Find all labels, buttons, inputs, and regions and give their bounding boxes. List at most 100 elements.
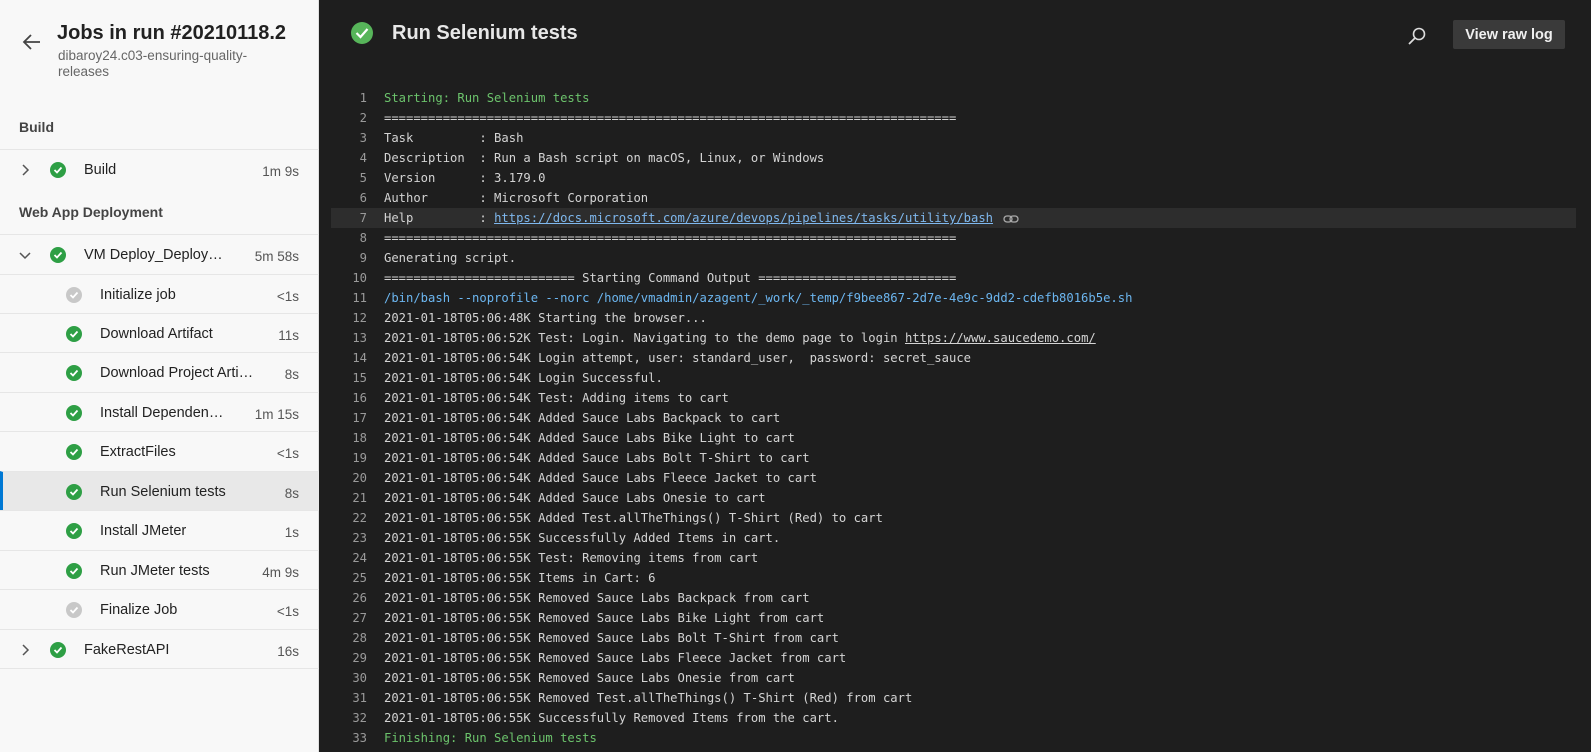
arrow-left-icon[interactable] bbox=[20, 30, 44, 54]
line-text: Task : Bash bbox=[384, 131, 524, 145]
saucedemo-link[interactable]: https://www.saucedemo.com/ bbox=[905, 331, 1096, 345]
step-initialize-job[interactable]: Initialize job <1s bbox=[0, 274, 319, 314]
check-circle-gray-icon bbox=[66, 602, 82, 618]
log-panel: Run Selenium tests View raw log 1 Startin… bbox=[319, 0, 1591, 752]
line-text: ========================== Starting Comm… bbox=[384, 271, 957, 285]
chevron-down-icon[interactable] bbox=[17, 247, 33, 263]
line-text: 2021-01-18T05:06:54K Added Sauce Labs Bi… bbox=[384, 431, 795, 445]
step-name: Download Artifact bbox=[100, 326, 213, 342]
log-line: 15 2021-01-18T05:06:54K Login Successful. bbox=[331, 368, 1576, 388]
step-name: Run Selenium tests bbox=[100, 484, 226, 500]
check-circle-icon bbox=[66, 484, 82, 500]
log-line: 8 =======================================… bbox=[331, 228, 1576, 248]
log-line: 6 Author : Microsoft Corporation bbox=[331, 188, 1576, 208]
line-text-with-link: Help : https://docs.microsoft.com/azure/… bbox=[384, 208, 1019, 228]
step-run-selenium-tests[interactable]: Run Selenium tests 8s bbox=[0, 471, 319, 511]
step-install-dependencies[interactable]: Install Dependen… 1m 15s bbox=[0, 392, 319, 432]
step-duration: 1m 15s bbox=[254, 407, 299, 422]
line-text: 2021-01-18T05:06:54K Added Sauce Labs On… bbox=[384, 491, 766, 505]
log-line: 29 2021-01-18T05:06:55K Removed Sauce Lab… bbox=[331, 648, 1576, 668]
check-circle-icon bbox=[66, 563, 82, 579]
check-circle-icon bbox=[66, 444, 82, 460]
line-text: 2021-01-18T05:06:55K Items in Cart: 6 bbox=[384, 571, 656, 585]
log-line: 27 2021-01-18T05:06:55K Removed Sauce Lab… bbox=[331, 608, 1576, 628]
line-number: 25 bbox=[352, 571, 367, 585]
line-number: 32 bbox=[352, 711, 367, 725]
step-title: Run Selenium tests bbox=[392, 22, 578, 44]
line-number: 8 bbox=[359, 231, 367, 245]
log-line: 13 2021-01-18T05:06:52K Test: Login. Navi… bbox=[331, 328, 1576, 348]
view-raw-log-button[interactable]: View raw log bbox=[1453, 20, 1565, 49]
log-line: 12 2021-01-18T05:06:48K Starting the brow… bbox=[331, 308, 1576, 328]
job-vm-deploy[interactable]: VM Deploy_Deploy… 5m 58s bbox=[0, 234, 319, 274]
line-number: 22 bbox=[352, 511, 367, 525]
line-number: 9 bbox=[359, 251, 367, 265]
check-circle-icon bbox=[351, 22, 373, 44]
line-number: 14 bbox=[352, 351, 367, 365]
jobs-sidebar: Jobs in run #20210118.2 dibaroy24.c03-en… bbox=[0, 0, 319, 752]
line-number: 21 bbox=[352, 491, 367, 505]
step-finalize-job[interactable]: Finalize Job <1s bbox=[0, 589, 319, 629]
line-text: Description : Run a Bash script on macOS… bbox=[384, 151, 825, 165]
line-number: 24 bbox=[352, 551, 367, 565]
step-run-jmeter-tests[interactable]: Run JMeter tests 4m 9s bbox=[0, 550, 319, 590]
chevron-right-icon[interactable] bbox=[17, 162, 33, 178]
line-text: 2021-01-18T05:06:55K Removed Sauce Labs … bbox=[384, 591, 810, 605]
log-line: 9 Generating script. bbox=[331, 248, 1576, 268]
line-number: 16 bbox=[352, 391, 367, 405]
log-line: 25 2021-01-18T05:06:55K Items in Cart: 6 bbox=[331, 568, 1576, 588]
line-number: 3 bbox=[359, 131, 367, 145]
line-number: 15 bbox=[352, 371, 367, 385]
line-text: 2021-01-18T05:06:55K Removed Test.allThe… bbox=[384, 691, 913, 705]
job-fakerestapi[interactable]: FakeRestAPI 16s bbox=[0, 629, 319, 669]
log-output: 1 Starting: Run Selenium tests 2 =========… bbox=[331, 88, 1576, 748]
search-icon[interactable] bbox=[1406, 25, 1428, 47]
line-text: Version : 3.179.0 bbox=[384, 171, 546, 185]
log-line: 18 2021-01-18T05:06:54K Added Sauce Labs … bbox=[331, 428, 1576, 448]
line-text: Finishing: Run Selenium tests bbox=[384, 731, 597, 745]
line-text-with-link: 2021-01-18T05:06:52K Test: Login. Naviga… bbox=[384, 328, 1096, 348]
step-download-artifact[interactable]: Download Artifact 11s bbox=[0, 313, 319, 353]
check-circle-icon bbox=[50, 642, 66, 658]
line-text: 2021-01-18T05:06:48K Starting the browse… bbox=[384, 311, 707, 325]
job-name: Build bbox=[84, 162, 117, 178]
line-text: 2021-01-18T05:06:55K Removed Sauce Labs … bbox=[384, 611, 825, 625]
log-line: 5 Version : 3.179.0 bbox=[331, 168, 1576, 188]
line-text: Author : Microsoft Corporation bbox=[384, 191, 649, 205]
step-duration: <1s bbox=[276, 289, 299, 304]
step-duration: 4m 9s bbox=[262, 565, 299, 580]
check-circle-gray-icon bbox=[66, 287, 82, 303]
job-build[interactable]: Build 1m 9s bbox=[0, 149, 319, 189]
log-line: 23 2021-01-18T05:06:55K Successfully Adde… bbox=[331, 528, 1576, 548]
line-number: 19 bbox=[352, 451, 367, 465]
line-text: 2021-01-18T05:06:54K Added Sauce Labs Fl… bbox=[384, 471, 817, 485]
help-link[interactable]: https://docs.microsoft.com/azure/devops/… bbox=[494, 211, 993, 225]
link-icon[interactable] bbox=[1003, 213, 1019, 225]
line-text: 2021-01-18T05:06:54K Added Sauce Labs Bo… bbox=[384, 451, 810, 465]
line-text: 2021-01-18T05:06:54K Test: Adding items … bbox=[384, 391, 729, 405]
line-number: 31 bbox=[352, 691, 367, 705]
line-number: 2 bbox=[359, 111, 367, 125]
step-extract-files[interactable]: ExtractFiles <1s bbox=[0, 431, 319, 471]
check-circle-icon bbox=[66, 326, 82, 342]
line-text: ========================================… bbox=[384, 111, 957, 125]
section-web-app-deployment: Web App Deployment bbox=[19, 204, 163, 220]
line-text: 2021-01-18T05:06:55K Added Test.allTheTh… bbox=[384, 511, 883, 525]
line-text: Help : bbox=[384, 211, 495, 225]
chevron-right-icon[interactable] bbox=[17, 642, 33, 658]
step-name: Run JMeter tests bbox=[100, 563, 210, 579]
step-install-jmeter[interactable]: Install JMeter 1s bbox=[0, 510, 319, 550]
section-build: Build bbox=[19, 119, 54, 135]
line-number: 10 bbox=[352, 271, 367, 285]
log-line: 26 2021-01-18T05:06:55K Removed Sauce Lab… bbox=[331, 588, 1576, 608]
log-line: 10 ========================== Starting Co… bbox=[331, 268, 1576, 288]
line-text: 2021-01-18T05:06:54K Login attempt, user… bbox=[384, 351, 971, 365]
step-download-project-artifact[interactable]: Download Project Arti… 8s bbox=[0, 352, 319, 392]
line-number: 7 bbox=[359, 211, 367, 225]
log-line: 2 =======================================… bbox=[331, 108, 1576, 128]
log-line: 22 2021-01-18T05:06:55K Added Test.allThe… bbox=[331, 508, 1576, 528]
step-duration: 1s bbox=[284, 525, 299, 540]
log-line: 32 2021-01-18T05:06:55K Successfully Remo… bbox=[331, 708, 1576, 728]
log-line: 19 2021-01-18T05:06:54K Added Sauce Labs … bbox=[331, 448, 1576, 468]
log-line: 28 2021-01-18T05:06:55K Removed Sauce Lab… bbox=[331, 628, 1576, 648]
